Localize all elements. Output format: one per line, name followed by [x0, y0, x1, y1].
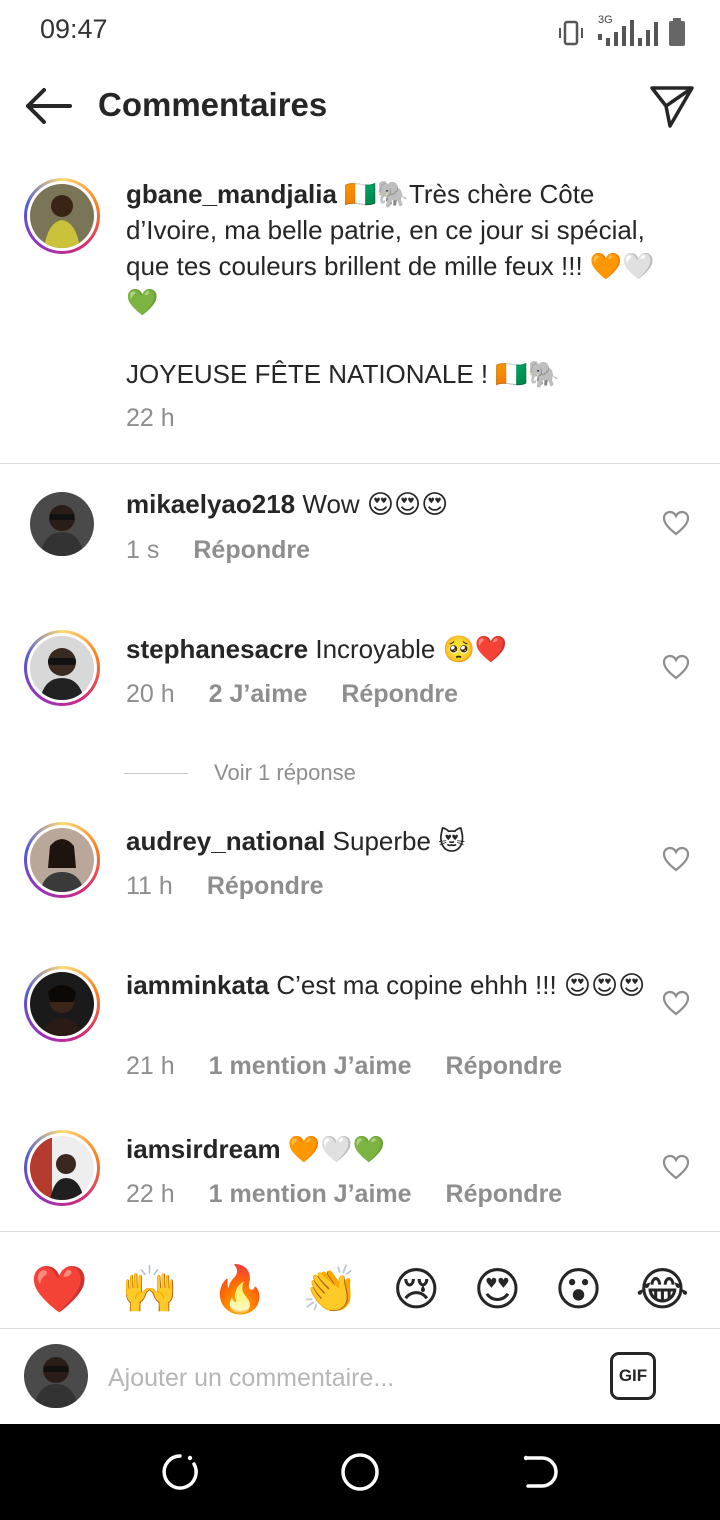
comment-time: 21 h — [126, 1052, 175, 1080]
avatar[interactable] — [30, 492, 94, 556]
home-button[interactable] — [340, 1452, 380, 1492]
like-button[interactable] — [662, 990, 690, 1016]
like-button[interactable] — [662, 654, 690, 680]
like-button[interactable] — [662, 846, 690, 872]
comment-text: mikaelyao218 Wow 😍😍😍 — [126, 485, 646, 523]
divider — [0, 463, 720, 464]
own-avatar — [24, 1344, 88, 1408]
emoji-laughing-button[interactable]: 😂 — [636, 1261, 690, 1317]
comment-meta: 22 h 1 mention J’aime Répondre — [126, 1180, 562, 1209]
caption-avatar-ring[interactable] — [24, 178, 100, 254]
caption: gbane_mandjalia 🇨🇮🐘Très chère Côte d’Ivo… — [126, 176, 686, 392]
page-title: Commentaires — [98, 86, 328, 123]
comment-time: 22 h — [126, 1180, 175, 1208]
reply-button[interactable]: Répondre — [446, 1052, 563, 1081]
heart-outline-icon — [662, 990, 690, 1016]
avatar-story-ring[interactable] — [24, 1130, 100, 1206]
status-time: 09:47 — [40, 14, 108, 44]
system-back-button[interactable] — [520, 1452, 560, 1492]
heart-outline-icon — [662, 654, 690, 680]
avatar — [30, 636, 94, 700]
comment-time: 11 h — [126, 872, 173, 900]
heart-outline-icon — [662, 1154, 690, 1180]
like-button[interactable] — [662, 1154, 690, 1180]
reply-line — [124, 772, 188, 774]
emoji-fire-button[interactable]: 🔥 — [211, 1261, 268, 1317]
heart-outline-icon — [662, 846, 690, 872]
system-nav-bar — [0, 1424, 720, 1520]
recents-button[interactable] — [160, 1452, 200, 1492]
comment-meta: 1 s Répondre — [126, 536, 310, 565]
likes-count[interactable]: 1 mention J’aime — [209, 1052, 412, 1081]
comment-username[interactable]: iamsirdream — [126, 1134, 281, 1164]
avatar — [30, 828, 94, 892]
vibrate-icon — [559, 20, 583, 46]
like-button[interactable] — [662, 510, 690, 536]
emoji-heart-button[interactable]: ❤️ — [31, 1261, 88, 1317]
avatar — [30, 184, 94, 248]
reply-button[interactable]: Répondre — [207, 872, 324, 901]
likes-count[interactable]: 1 mention J’aime — [209, 1180, 412, 1209]
arrow-left-icon — [26, 88, 72, 124]
emoji-quick-bar: ❤️ 🙌 🔥 👏 😢 😍 😮 😂 — [0, 1250, 720, 1328]
recents-icon — [162, 1454, 198, 1490]
comment-body: Incroyable 🥺❤️ — [315, 634, 508, 664]
reply-button[interactable]: Répondre — [341, 680, 458, 709]
comment-input[interactable] — [108, 1358, 588, 1398]
network-label: 3G — [598, 14, 613, 26]
status-bar: 09:47 3G — [0, 0, 720, 60]
view-replies-button[interactable]: Voir 1 réponse — [124, 760, 356, 786]
comment-body: Wow 😍😍😍 — [302, 489, 449, 519]
heart-outline-icon — [662, 510, 690, 536]
paper-plane-icon — [650, 86, 694, 128]
divider — [0, 1231, 720, 1232]
avatar — [30, 972, 94, 1036]
gif-button[interactable]: GIF — [610, 1352, 656, 1400]
status-icons: 3G — [558, 14, 686, 46]
comment-meta: 20 h 2 J’aime Répondre — [126, 680, 458, 709]
back-nav-icon — [523, 1455, 558, 1488]
caption-time: 22 h — [126, 404, 175, 432]
comment-username[interactable]: audrey_national — [126, 826, 325, 856]
comment-time: 1 s — [126, 536, 160, 564]
caption-text-second: JOYEUSE FÊTE NATIONALE ! 🇨🇮🐘 — [126, 359, 561, 389]
comment-text: audrey_national Superbe 😻 — [126, 822, 646, 860]
comment-meta: 11 h Répondre — [126, 872, 324, 901]
avatar-story-ring[interactable] — [24, 822, 100, 898]
avatar-story-ring[interactable] — [24, 630, 100, 706]
comment-username[interactable]: stephanesacre — [126, 634, 308, 664]
comment-text: iamminkata C’est ma copine ehhh !!! 😍😍😍 — [126, 966, 646, 1004]
comment-meta: 21 h 1 mention J’aime Répondre — [126, 1052, 562, 1081]
comment-username[interactable]: iamminkata — [126, 970, 269, 1000]
emoji-surprised-button[interactable]: 😮 — [554, 1261, 602, 1317]
signal-icon: 3G — [594, 14, 658, 46]
likes-count[interactable]: 2 J’aime — [209, 680, 308, 709]
comment-composer: GIF — [0, 1330, 720, 1424]
emoji-crying-button[interactable]: 😢 — [392, 1261, 440, 1317]
comment-time: 20 h — [126, 680, 175, 708]
home-circle-icon — [341, 1453, 379, 1491]
emoji-clap-button[interactable]: 👏 — [302, 1261, 359, 1317]
reply-button[interactable]: Répondre — [446, 1180, 563, 1209]
view-replies-label: Voir 1 réponse — [214, 760, 356, 785]
comment-username[interactable]: mikaelyao218 — [126, 489, 295, 519]
avatar — [30, 1136, 94, 1200]
reply-button[interactable]: Répondre — [193, 536, 310, 565]
emoji-raised-hands-button[interactable]: 🙌 — [121, 1261, 178, 1317]
back-button[interactable] — [22, 84, 74, 128]
avatar-story-ring[interactable] — [24, 966, 100, 1042]
divider — [0, 1328, 720, 1329]
comment-text: iamsirdream 🧡🤍💚 — [126, 1130, 646, 1168]
comment-body: 🧡🤍💚 — [287, 1134, 386, 1164]
share-button[interactable] — [648, 82, 696, 130]
emoji-heart-eyes-button[interactable]: 😍 — [473, 1261, 521, 1317]
caption-username[interactable]: gbane_mandjalia — [126, 179, 337, 209]
comment-body: C’est ma copine ehhh !!! 😍😍😍 — [276, 970, 646, 1000]
header: Commentaires — [0, 60, 720, 152]
battery-icon — [669, 18, 685, 46]
comment-text: stephanesacre Incroyable 🥺❤️ — [126, 630, 646, 668]
comment-body: Superbe 😻 — [332, 826, 466, 856]
